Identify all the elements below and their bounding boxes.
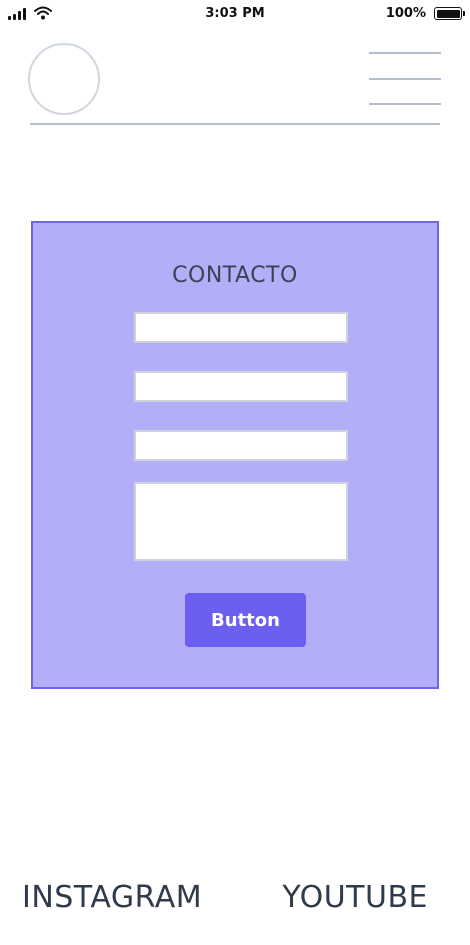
submit-button[interactable]: Button [185, 593, 306, 647]
header-divider [30, 123, 440, 125]
status-bar: 3:03 PM 100% [0, 0, 470, 28]
contact-form-panel: CONTACTO Button [31, 221, 439, 689]
contact-message-field[interactable] [134, 482, 348, 561]
instagram-link[interactable]: INSTAGRAM [22, 880, 202, 915]
youtube-link[interactable]: YOUTUBE [282, 880, 428, 915]
contact-field-2[interactable] [134, 371, 348, 402]
contact-field-1[interactable] [134, 312, 348, 343]
battery-percent: 100% [385, 6, 426, 21]
battery-icon [434, 7, 465, 20]
contact-title: CONTACTO [172, 263, 298, 288]
avatar[interactable] [28, 43, 100, 115]
contact-field-3[interactable] [134, 430, 348, 461]
hamburger-menu-icon[interactable] [369, 52, 441, 107]
